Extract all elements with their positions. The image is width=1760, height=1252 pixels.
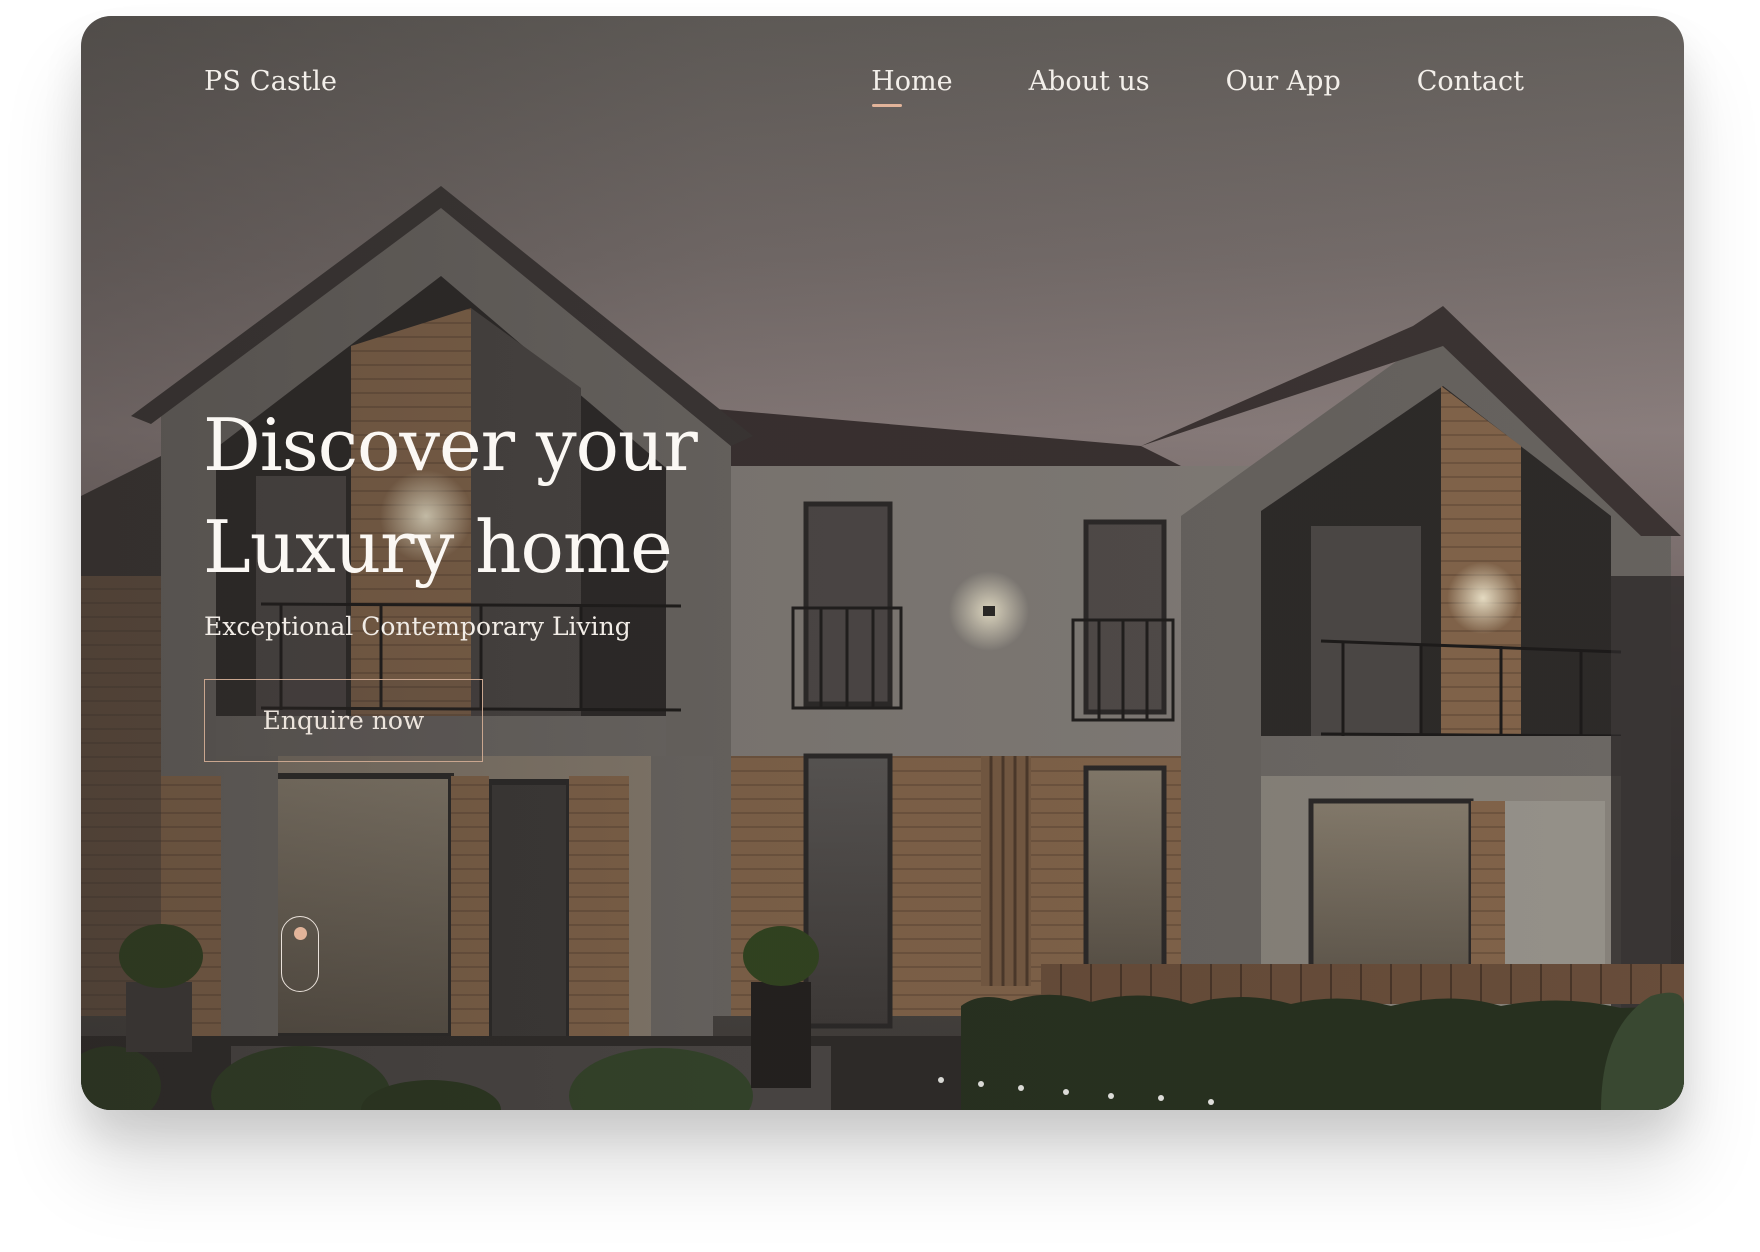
nav-item-our-app[interactable]: Our App — [1226, 66, 1341, 97]
hero-title-line-2: Luxury home — [203, 505, 673, 589]
scroll-indicator-dot — [294, 927, 307, 940]
hero-title: Discover your Luxury home — [203, 394, 823, 598]
hero-title-line-1: Discover your — [203, 403, 698, 487]
brand-logo[interactable]: PS Castle — [204, 66, 337, 97]
enquire-now-button[interactable]: Enquire now — [204, 679, 483, 762]
scroll-mouse-icon[interactable] — [281, 916, 319, 992]
nav-item-about-us[interactable]: About us — [1029, 66, 1150, 97]
hero-card: PS Castle Home About us Our App Contact … — [81, 16, 1684, 1110]
nav-item-home[interactable]: Home — [871, 66, 953, 107]
main-nav: Home About us Our App Contact — [871, 66, 1524, 107]
hero-subtitle: Exceptional Contemporary Living — [204, 612, 631, 641]
nav-item-contact[interactable]: Contact — [1417, 66, 1524, 97]
